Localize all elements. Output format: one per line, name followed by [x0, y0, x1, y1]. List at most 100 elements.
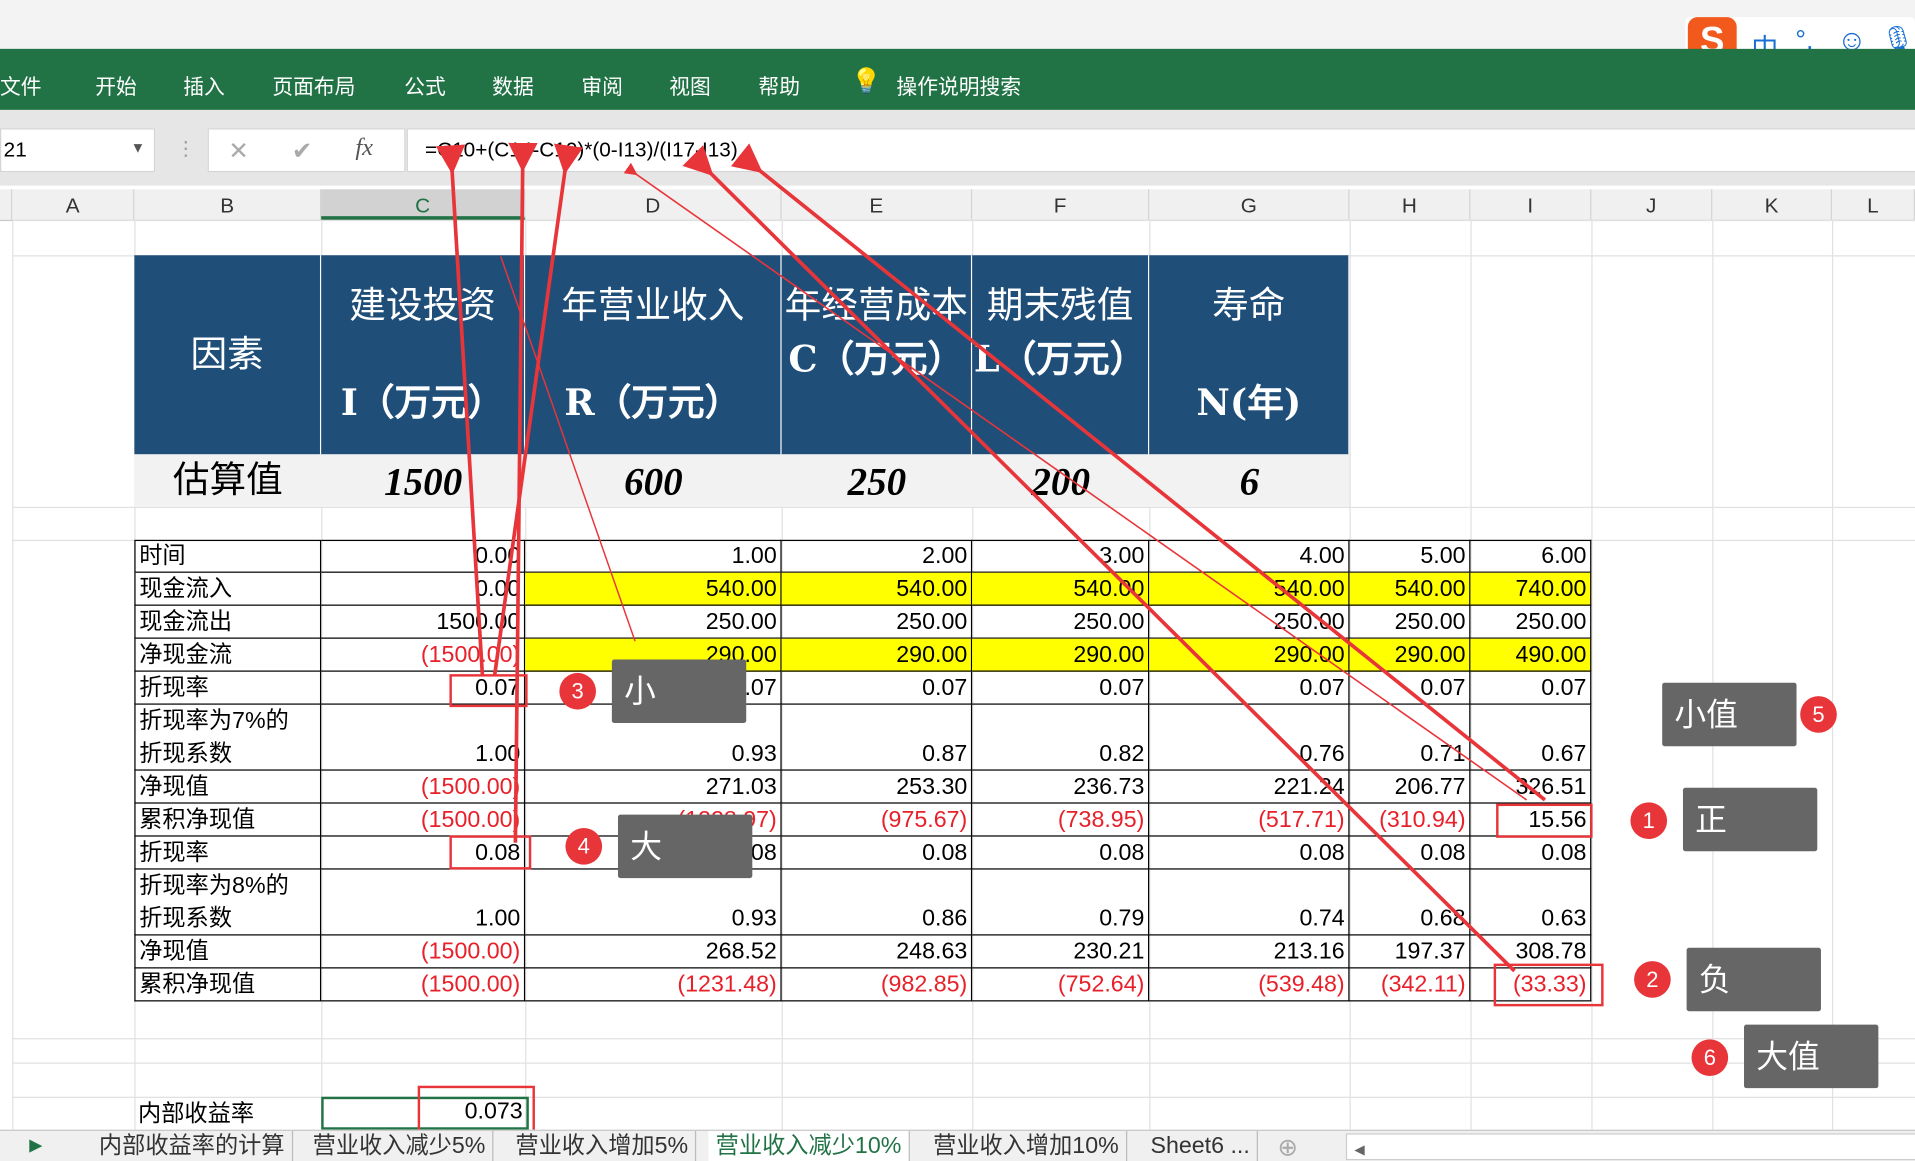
table-cell[interactable]: 213.16 [1149, 935, 1350, 969]
select-all-corner[interactable] [0, 189, 13, 220]
row-label[interactable]: 折现率为7%的 折现系数 [134, 704, 322, 771]
row-label[interactable]: 时间 [134, 539, 322, 573]
table-cell[interactable]: 0.68 [1349, 869, 1471, 936]
irr-label-cell[interactable]: 内部收益率 [134, 1097, 321, 1130]
table-cell[interactable]: 540.00 [1149, 572, 1350, 606]
table-cell[interactable]: 0.07 [972, 671, 1150, 705]
formula-input[interactable]: =C10+(C14-C10)*(0-I13)/(I17-I13) [406, 128, 1915, 173]
table-cell[interactable]: 268.52 [525, 935, 782, 969]
table-cell[interactable]: 540.00 [781, 572, 973, 606]
table-cell[interactable]: 0.08 [781, 836, 973, 870]
row-label[interactable]: 现金流出 [134, 605, 322, 639]
tab-data[interactable]: 数据 [492, 70, 534, 101]
table-cell[interactable]: 1.00 [525, 539, 782, 573]
table-cell[interactable]: (517.71) [1149, 803, 1350, 837]
tell-me-search[interactable]: 操作说明搜索 [896, 70, 1021, 101]
sheet-tab[interactable]: 营业收入减少10% [708, 1130, 910, 1161]
table-cell[interactable]: 253.30 [781, 770, 973, 804]
table-cell[interactable]: 0.74 [1149, 869, 1350, 936]
table-cell[interactable]: 0.87 [781, 704, 973, 771]
add-sheet-icon[interactable]: ⊕ [1277, 1132, 1297, 1161]
column-header-a[interactable]: A [12, 189, 135, 220]
table-cell[interactable]: 290.00 [972, 638, 1150, 672]
row-label[interactable]: 累积净现值 [134, 803, 322, 837]
table-cell[interactable]: (1500.00) [321, 638, 526, 672]
table-cell[interactable]: 206.77 [1349, 770, 1471, 804]
table-cell[interactable]: 0.07 [1149, 671, 1350, 705]
cancel-icon[interactable]: ✕ [228, 136, 248, 167]
table-cell[interactable]: 250.00 [1470, 605, 1592, 639]
table-cell[interactable]: (1500.00) [321, 935, 526, 969]
column-header-g[interactable]: G [1149, 189, 1350, 220]
table-cell[interactable]: 250.00 [1349, 605, 1471, 639]
table-cell[interactable]: (1500.00) [321, 968, 526, 1002]
tab-help[interactable]: 帮助 [758, 70, 800, 101]
column-header-l[interactable]: L [1832, 189, 1915, 220]
row-label[interactable]: 净现金流 [134, 638, 322, 672]
table-cell[interactable]: 0.08 [1470, 836, 1592, 870]
tab-insert[interactable]: 插入 [183, 70, 225, 101]
table-cell[interactable]: 540.00 [525, 572, 782, 606]
tab-view[interactable]: 视图 [669, 70, 711, 101]
row-label[interactable]: 净现值 [134, 770, 322, 804]
sheet-tab[interactable]: 营业收入增加10% [926, 1130, 1128, 1161]
table-cell[interactable]: 221.24 [1149, 770, 1350, 804]
table-cell[interactable]: (1500.00) [321, 770, 526, 804]
table-cell[interactable]: 490.00 [1470, 638, 1592, 672]
row-label[interactable]: 折现率 [134, 836, 322, 870]
table-cell[interactable]: 290.00 [1349, 638, 1471, 672]
table-cell[interactable]: 290.00 [781, 638, 973, 672]
table-cell[interactable]: 6.00 [1470, 539, 1592, 573]
table-cell[interactable]: 230.21 [972, 935, 1150, 969]
table-cell[interactable]: 0.82 [972, 704, 1150, 771]
insert-function-icon[interactable]: fx [355, 134, 373, 162]
table-cell[interactable]: 1.00 [321, 704, 526, 771]
table-cell[interactable]: 2.00 [781, 539, 973, 573]
table-cell[interactable]: (982.85) [781, 968, 973, 1002]
table-cell[interactable]: (539.48) [1149, 968, 1350, 1002]
column-header-h[interactable]: H [1350, 189, 1471, 220]
row-label[interactable]: 累积净现值 [134, 968, 322, 1002]
table-cell[interactable]: (1500.00) [321, 803, 526, 837]
table-cell[interactable]: 540.00 [972, 572, 1150, 606]
row-label[interactable]: 净现值 [134, 935, 322, 969]
name-box[interactable]: 21 ▼ [0, 128, 156, 173]
table-cell[interactable]: 0.63 [1470, 869, 1592, 936]
table-cell[interactable]: 197.37 [1349, 935, 1471, 969]
table-cell[interactable]: 250.00 [972, 605, 1150, 639]
table-cell[interactable]: (1231.48) [525, 968, 782, 1002]
sheet-tab[interactable]: 营业收入增加5% [508, 1130, 697, 1161]
sheet-tab[interactable]: 营业收入减少5% [305, 1130, 494, 1161]
table-cell[interactable]: 0.71 [1349, 704, 1471, 771]
column-header-i[interactable]: I [1470, 189, 1592, 220]
column-header-d[interactable]: D [525, 189, 782, 220]
table-cell[interactable]: 740.00 [1470, 572, 1592, 606]
table-cell[interactable]: 250.00 [525, 605, 782, 639]
tab-file[interactable]: 文件 [0, 70, 42, 101]
row-label[interactable]: 折现率 [134, 671, 322, 705]
column-header-j[interactable]: J [1591, 189, 1713, 220]
sheet-tab[interactable]: 内部收益率的计算 [92, 1130, 294, 1161]
table-cell[interactable]: 250.00 [1149, 605, 1350, 639]
table-cell[interactable]: (752.64) [972, 968, 1150, 1002]
table-cell[interactable]: (738.95) [972, 803, 1150, 837]
scroll-right-icon[interactable]: ▶ [29, 1135, 42, 1156]
table-cell[interactable]: 540.00 [1349, 572, 1471, 606]
column-header-f[interactable]: F [972, 189, 1150, 220]
table-cell[interactable]: 3.00 [972, 539, 1150, 573]
table-cell[interactable]: 0.93 [525, 869, 782, 936]
tab-formulas[interactable]: 公式 [404, 70, 446, 101]
column-header-e[interactable]: E [782, 189, 973, 220]
table-cell[interactable]: 0.76 [1149, 704, 1350, 771]
table-cell[interactable]: 271.03 [525, 770, 782, 804]
table-cell[interactable]: (342.11) [1349, 968, 1471, 1002]
sheet-tab[interactable]: Sheet6 ... [1143, 1130, 1259, 1161]
table-cell[interactable]: 0.79 [972, 869, 1150, 936]
table-cell[interactable]: 4.00 [1149, 539, 1350, 573]
tab-home[interactable]: 开始 [95, 70, 137, 101]
table-cell[interactable]: 0.07 [1349, 671, 1471, 705]
tab-page-layout[interactable]: 页面布局 [272, 70, 355, 101]
table-cell[interactable]: 0.67 [1470, 704, 1592, 771]
drag-handle-icon[interactable]: ⋮ [176, 137, 196, 161]
table-cell[interactable]: 0.08 [1149, 836, 1350, 870]
